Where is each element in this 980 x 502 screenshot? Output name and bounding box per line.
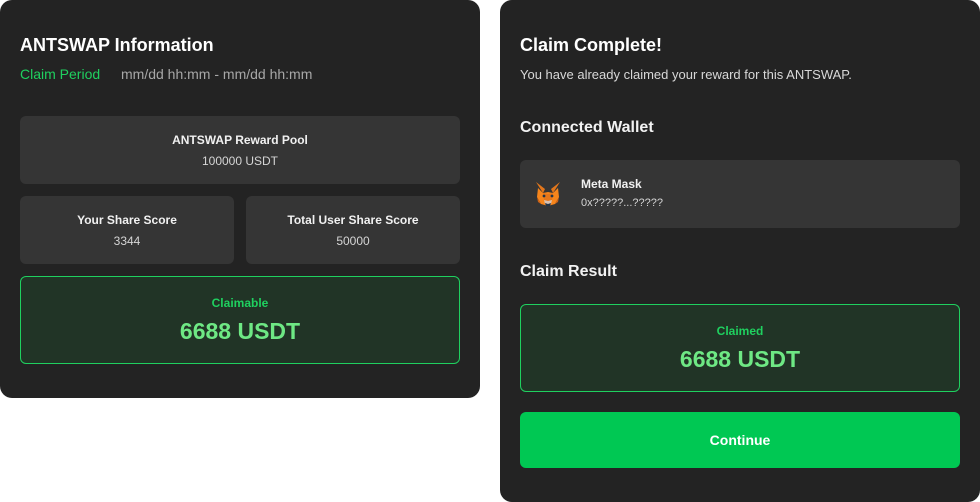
claim-period-value: mm/dd hh:mm - mm/dd hh:mm — [121, 66, 313, 82]
claimable-label: Claimable — [211, 295, 269, 310]
continue-button[interactable]: Continue — [520, 412, 960, 468]
claimable-card: Claimable 6688 USDT — [20, 276, 460, 364]
reward-pool-label: ANTSWAP Reward Pool — [172, 132, 308, 147]
claim-complete-panel: Claim Complete! You have already claimed… — [500, 0, 980, 502]
your-share-score-value: 3344 — [113, 233, 141, 248]
total-user-share-score-value: 50000 — [336, 233, 370, 248]
total-user-share-score-card: Total User Share Score 50000 — [246, 196, 460, 264]
claim-complete-description: You have already claimed your reward for… — [520, 67, 852, 82]
wallet-address: 0x?????...????? — [581, 197, 663, 209]
antswap-information-panel: ANTSWAP Information Claim Period mm/dd h… — [0, 0, 480, 398]
reward-pool-value: 100000 USDT — [201, 153, 279, 168]
your-share-score-label: Your Share Score — [77, 212, 177, 227]
claimed-card: Claimed 6688 USDT — [520, 304, 960, 392]
claim-result-heading: Claim Result — [520, 263, 617, 280]
metamask-fox-icon — [536, 182, 560, 206]
connected-wallet-card: Meta Mask 0x?????...????? — [520, 160, 960, 228]
panel-title: ANTSWAP Information — [20, 35, 214, 55]
reward-pool-card: ANTSWAP Reward Pool 100000 USDT — [20, 116, 460, 184]
total-user-share-score-label: Total User Share Score — [287, 212, 419, 227]
wallet-name: Meta Mask — [581, 177, 642, 191]
claimed-amount: 6688 USDT — [679, 345, 801, 372]
claim-complete-title: Claim Complete! — [520, 35, 663, 55]
claim-period-label: Claim Period — [20, 66, 101, 82]
claimable-amount: 6688 USDT — [179, 317, 301, 344]
your-share-score-card: Your Share Score 3344 — [20, 196, 234, 264]
claimed-label: Claimed — [716, 323, 764, 338]
connected-wallet-heading: Connected Wallet — [520, 119, 654, 136]
